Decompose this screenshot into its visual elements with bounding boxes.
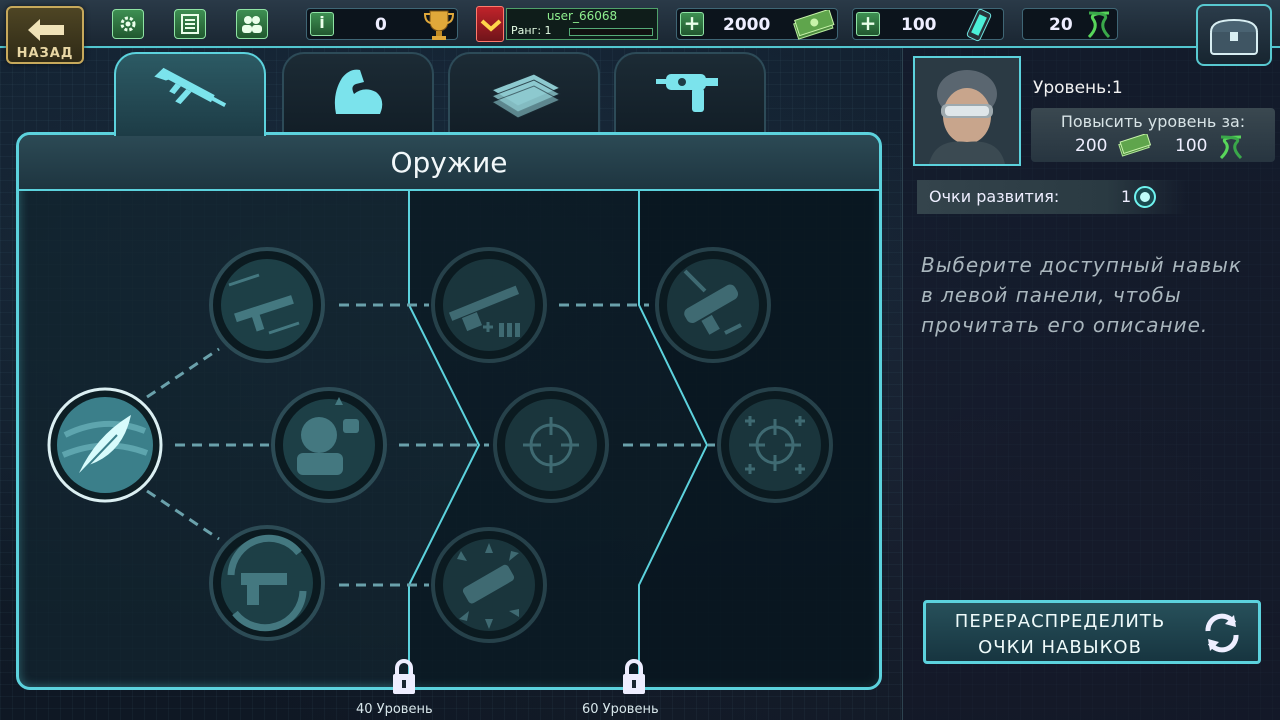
tab-injector[interactable] [614,52,766,134]
skill-shotgun-ammo[interactable] [431,247,547,363]
rifle-icon [154,67,227,108]
level-up-cash: 200 [1075,136,1108,156]
gear-icon [120,16,136,32]
level-label: Уровень:1 [1033,78,1123,98]
lock-label-60: 60 Уровень [582,702,659,717]
skill-grenade-launcher[interactable] [655,247,771,363]
crystal-amount: 100 [901,15,937,35]
skill-tree [47,191,879,687]
friends-icon [242,16,262,33]
settings-button[interactable] [112,9,144,39]
level-up-dna: 100 [1175,136,1208,156]
level-up-label: Повысить уровень за: [1060,112,1246,131]
tab-weapons[interactable] [114,52,266,136]
skill-feather[interactable] [47,387,163,503]
back-arrow-icon [28,19,64,41]
back-button[interactable]: НАЗАД [6,6,84,64]
profile-panel: Уровень:1 Повысить уровень за: 200 100 О… [902,48,1280,720]
rank-info: user_66068 Ранг: 1 [506,8,658,40]
top-bar: i 0 user_66068 Ранг: 1 + 2000 + 100 20 [0,0,1280,48]
chest-icon [1210,18,1258,55]
dna-counter: 20 [1022,8,1118,40]
skill-points-row: Очки развития: 1 [917,180,1187,214]
friends-button[interactable] [236,9,268,39]
dna-icon [1219,135,1243,160]
dna-amount: 20 [1049,15,1073,35]
trophy-count: 0 [375,15,387,35]
tab-strength[interactable] [282,52,434,134]
tab-money[interactable] [448,52,600,134]
cash-icon [1118,134,1151,157]
player-rank: user_66068 Ранг: 1 [476,6,660,42]
back-label: НАЗАД [16,46,74,61]
cash-amount: 2000 [723,15,771,35]
add-cash-button[interactable]: + [680,12,704,36]
energy-canister-icon [966,8,992,42]
crystal-counter: + 100 [852,8,1004,42]
dna-icon [1087,11,1111,39]
respec-label: ПЕРЕРАСПРЕДЕЛИТЬ ОЧКИ НАВЫКОВ [954,611,1166,658]
list-icon [181,14,199,34]
level-up-button[interactable]: Повысить уровень за: 200 100 [1031,108,1275,162]
skill-soldier-punch[interactable] [271,387,387,503]
skill-point-orb-icon [1134,186,1156,208]
info-button[interactable]: i [310,12,334,36]
skill-points-label: Очки развития: [929,187,1060,206]
rank-chevron-icon [476,6,504,42]
trophy-icon [423,10,455,40]
skill-crosshair-plus[interactable] [717,387,833,503]
add-crystals-button[interactable]: + [856,12,880,36]
refresh-icon [1205,613,1239,653]
cash-icon [793,10,835,40]
skill-rifle-speed[interactable] [209,247,325,363]
lock-icon [393,659,415,694]
skill-explosive[interactable] [431,527,547,643]
avatar [913,56,1021,166]
xp-bar [569,28,653,36]
rank-label: Ранг: 1 [511,24,552,37]
skill-points-value: 1 [1121,187,1132,206]
skill-crosshair[interactable] [493,387,609,503]
cash-stack-icon [490,73,562,119]
shop-chest-button[interactable] [1196,4,1272,66]
username: user_66068 [546,9,618,23]
skill-pistol-reload[interactable] [209,525,325,641]
skill-description: Выберите доступный навык в левой панели,… [921,253,1242,337]
tasks-button[interactable] [174,9,206,39]
syringe-gun-icon [656,74,718,112]
respec-skills-button[interactable]: ПЕРЕРАСПРЕДЕЛИТЬ ОЧКИ НАВЫКОВ [923,600,1261,664]
lock-icon [623,659,645,694]
skill-tree-panel: Оружие [16,132,882,690]
bicep-icon [334,69,383,114]
lock-label-40: 40 Уровень [356,702,433,717]
trophy-counter: i 0 [306,8,458,40]
cash-counter: + 2000 [676,8,838,40]
soldier-portrait-icon [915,58,1019,164]
